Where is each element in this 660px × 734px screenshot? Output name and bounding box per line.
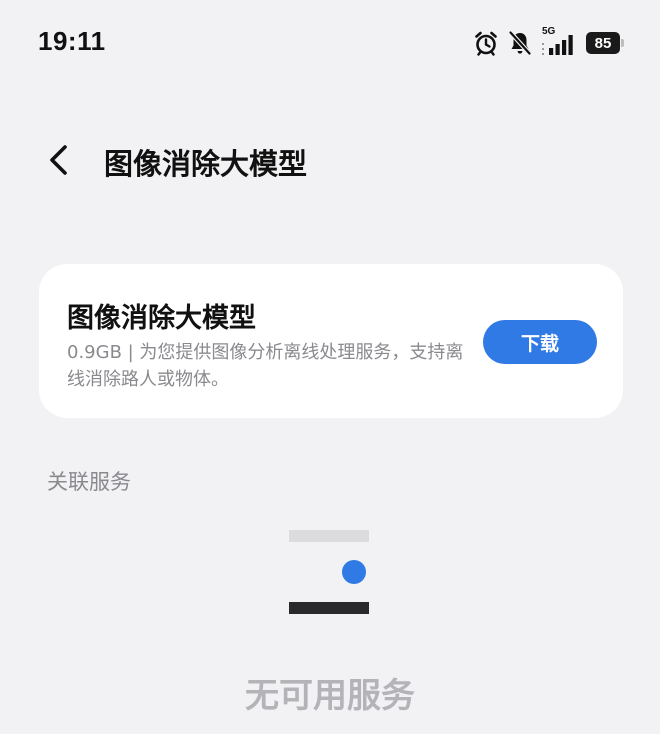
- battery-level: 85: [594, 34, 612, 52]
- signal-icon: 5G: [541, 26, 577, 57]
- model-name: 图像消除大模型: [67, 303, 256, 334]
- empty-illustration-bottom-bar: [289, 602, 369, 614]
- download-button[interactable]: 下载: [483, 320, 597, 364]
- back-button[interactable]: [36, 138, 80, 182]
- related-services-label: 关联服务: [47, 470, 131, 494]
- bell-off-icon: [508, 30, 532, 56]
- status-time: 19:11: [38, 26, 106, 56]
- alarm-icon: [473, 30, 499, 56]
- model-description: 0.9GB | 为您提供图像分析离线处理服务，支持离线消除路人或物体。: [67, 342, 464, 390]
- empty-state-text: 无可用服务: [245, 676, 415, 716]
- empty-state-illustration: [288, 528, 370, 616]
- page-header: 图像消除大模型: [0, 130, 660, 190]
- status-icons: 5G 85: [473, 26, 624, 59]
- status-bar: 19:11 5G 85: [0, 0, 660, 86]
- empty-illustration-top-bar: [289, 530, 369, 542]
- empty-illustration-dot: [342, 560, 366, 584]
- page-title: 图像消除大模型: [104, 147, 308, 181]
- chevron-left-icon: [50, 145, 67, 175]
- model-card: 图像消除大模型 0.9GB | 为您提供图像分析离线处理服务，支持离线消除路人或…: [39, 264, 623, 418]
- battery-icon: 85: [586, 32, 624, 54]
